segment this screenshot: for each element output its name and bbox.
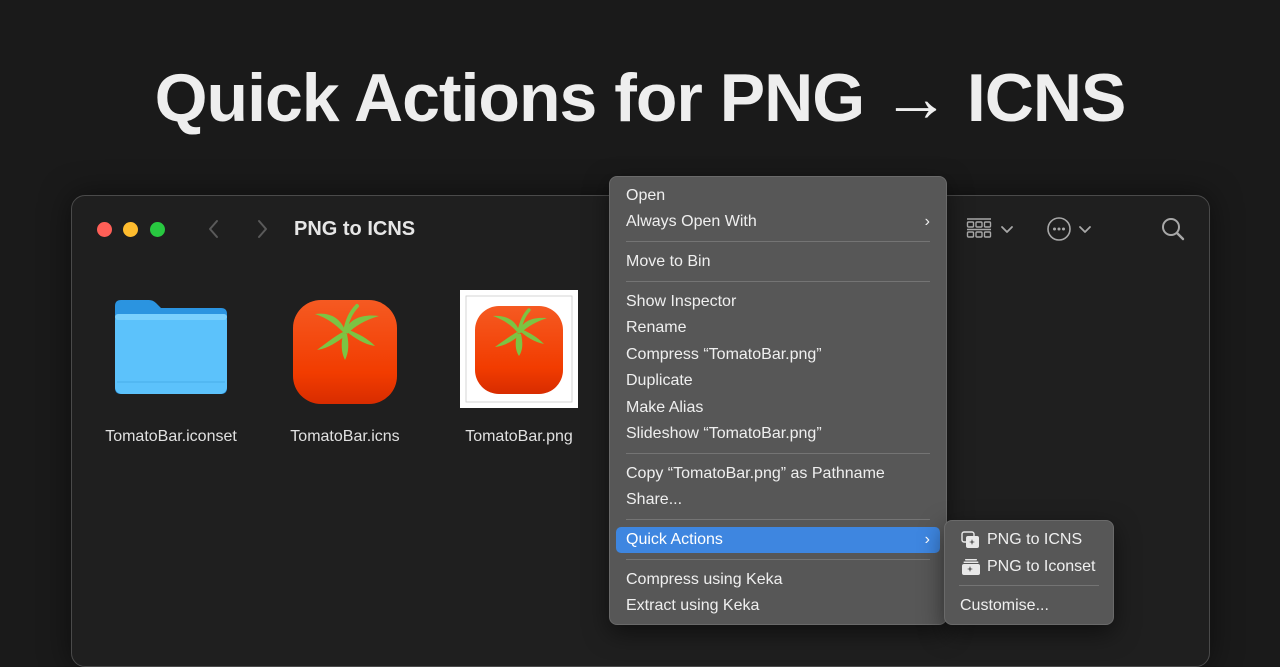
menu-item-show-inspector[interactable]: Show Inspector — [616, 289, 940, 315]
menu-item-make-alias[interactable]: Make Alias — [616, 395, 940, 421]
menu-item-label: PNG to ICNS — [987, 531, 1083, 548]
menu-item-label: Compress “TomatoBar.png” — [626, 346, 822, 363]
menu-item-label: Show Inspector — [626, 293, 737, 310]
menu-item-png-to-iconset[interactable]: PNG to Iconset — [951, 554, 1107, 580]
menu-item-duplicate[interactable]: Duplicate — [616, 368, 940, 394]
menu-item-label: Open — [626, 187, 666, 204]
headline: Quick Actions for PNG → ICNS — [154, 60, 1127, 136]
menu-separator — [626, 519, 930, 520]
menu-separator — [959, 585, 1099, 586]
minimize-button[interactable] — [123, 222, 138, 237]
chevron-left-icon[interactable] — [202, 216, 226, 242]
automator-workflow-icon — [961, 531, 979, 548]
file-name: TomatoBar.iconset — [105, 428, 237, 445]
menu-item-move-to-bin[interactable]: Move to Bin — [616, 249, 940, 275]
chevron-right-icon[interactable] — [250, 216, 274, 242]
menu-item-label: Share... — [626, 491, 683, 508]
window-title: PNG to ICNS — [294, 218, 416, 240]
close-button[interactable] — [97, 222, 112, 237]
ellipsis-circle-icon[interactable] — [1046, 215, 1072, 243]
menu-item-extract-keka[interactable]: Extract using Keka — [616, 593, 940, 619]
menu-item-open[interactable]: Open — [616, 183, 940, 209]
quick-actions-submenu: PNG to ICNS PNG to Iconset Customise... — [944, 520, 1114, 625]
chevron-right-icon: › — [924, 213, 930, 230]
menu-item-share[interactable]: Share... — [616, 487, 940, 513]
chevron-down-icon[interactable] — [1078, 215, 1092, 243]
menu-item-label: Move to Bin — [626, 253, 711, 270]
menu-item-label: Extract using Keka — [626, 597, 760, 614]
menu-item-label: PNG to Iconset — [987, 558, 1096, 575]
menu-item-label: Duplicate — [626, 372, 693, 389]
menu-separator — [626, 559, 930, 560]
menu-item-copy-pathname[interactable]: Copy “TomatoBar.png” as Pathname — [616, 461, 940, 487]
menu-separator — [626, 453, 930, 454]
menu-separator — [626, 241, 930, 242]
menu-separator — [626, 281, 930, 282]
tomato-png-thumbnail — [460, 290, 578, 408]
menu-item-customise[interactable]: Customise... — [951, 593, 1107, 619]
menu-item-always-open-with[interactable]: Always Open With › — [616, 209, 940, 235]
context-menu: Open Always Open With › Move to Bin Show … — [609, 176, 947, 625]
search-icon[interactable] — [1160, 215, 1186, 243]
folder-icon — [115, 300, 227, 394]
chevron-down-icon[interactable] — [1000, 215, 1014, 243]
menu-item-label: Slideshow “TomatoBar.png” — [626, 425, 822, 442]
menu-item-label: Always Open With — [626, 213, 757, 230]
file-name: TomatoBar.icns — [290, 428, 400, 445]
tomato-app-icon — [293, 300, 397, 404]
menu-item-slideshow[interactable]: Slideshow “TomatoBar.png” — [616, 421, 940, 447]
chevron-right-icon: › — [924, 531, 930, 548]
menu-item-compress[interactable]: Compress “TomatoBar.png” — [616, 342, 940, 368]
menu-item-label: Compress using Keka — [626, 571, 783, 588]
file-name: TomatoBar.png — [465, 428, 573, 445]
menu-item-png-to-icns[interactable]: PNG to ICNS — [951, 527, 1107, 553]
automator-stack-icon — [962, 559, 980, 575]
menu-item-label: Customise... — [960, 597, 1049, 614]
menu-item-rename[interactable]: Rename — [616, 315, 940, 341]
menu-item-label: Quick Actions — [626, 531, 723, 548]
menu-item-quick-actions[interactable]: Quick Actions › — [616, 527, 940, 553]
menu-item-label: Make Alias — [626, 399, 704, 416]
icon-grid-icon[interactable] — [966, 215, 992, 243]
maximize-button[interactable] — [150, 222, 165, 237]
menu-item-label: Rename — [626, 319, 687, 336]
menu-item-label: Copy “TomatoBar.png” as Pathname — [626, 465, 885, 482]
menu-item-compress-keka[interactable]: Compress using Keka — [616, 567, 940, 593]
